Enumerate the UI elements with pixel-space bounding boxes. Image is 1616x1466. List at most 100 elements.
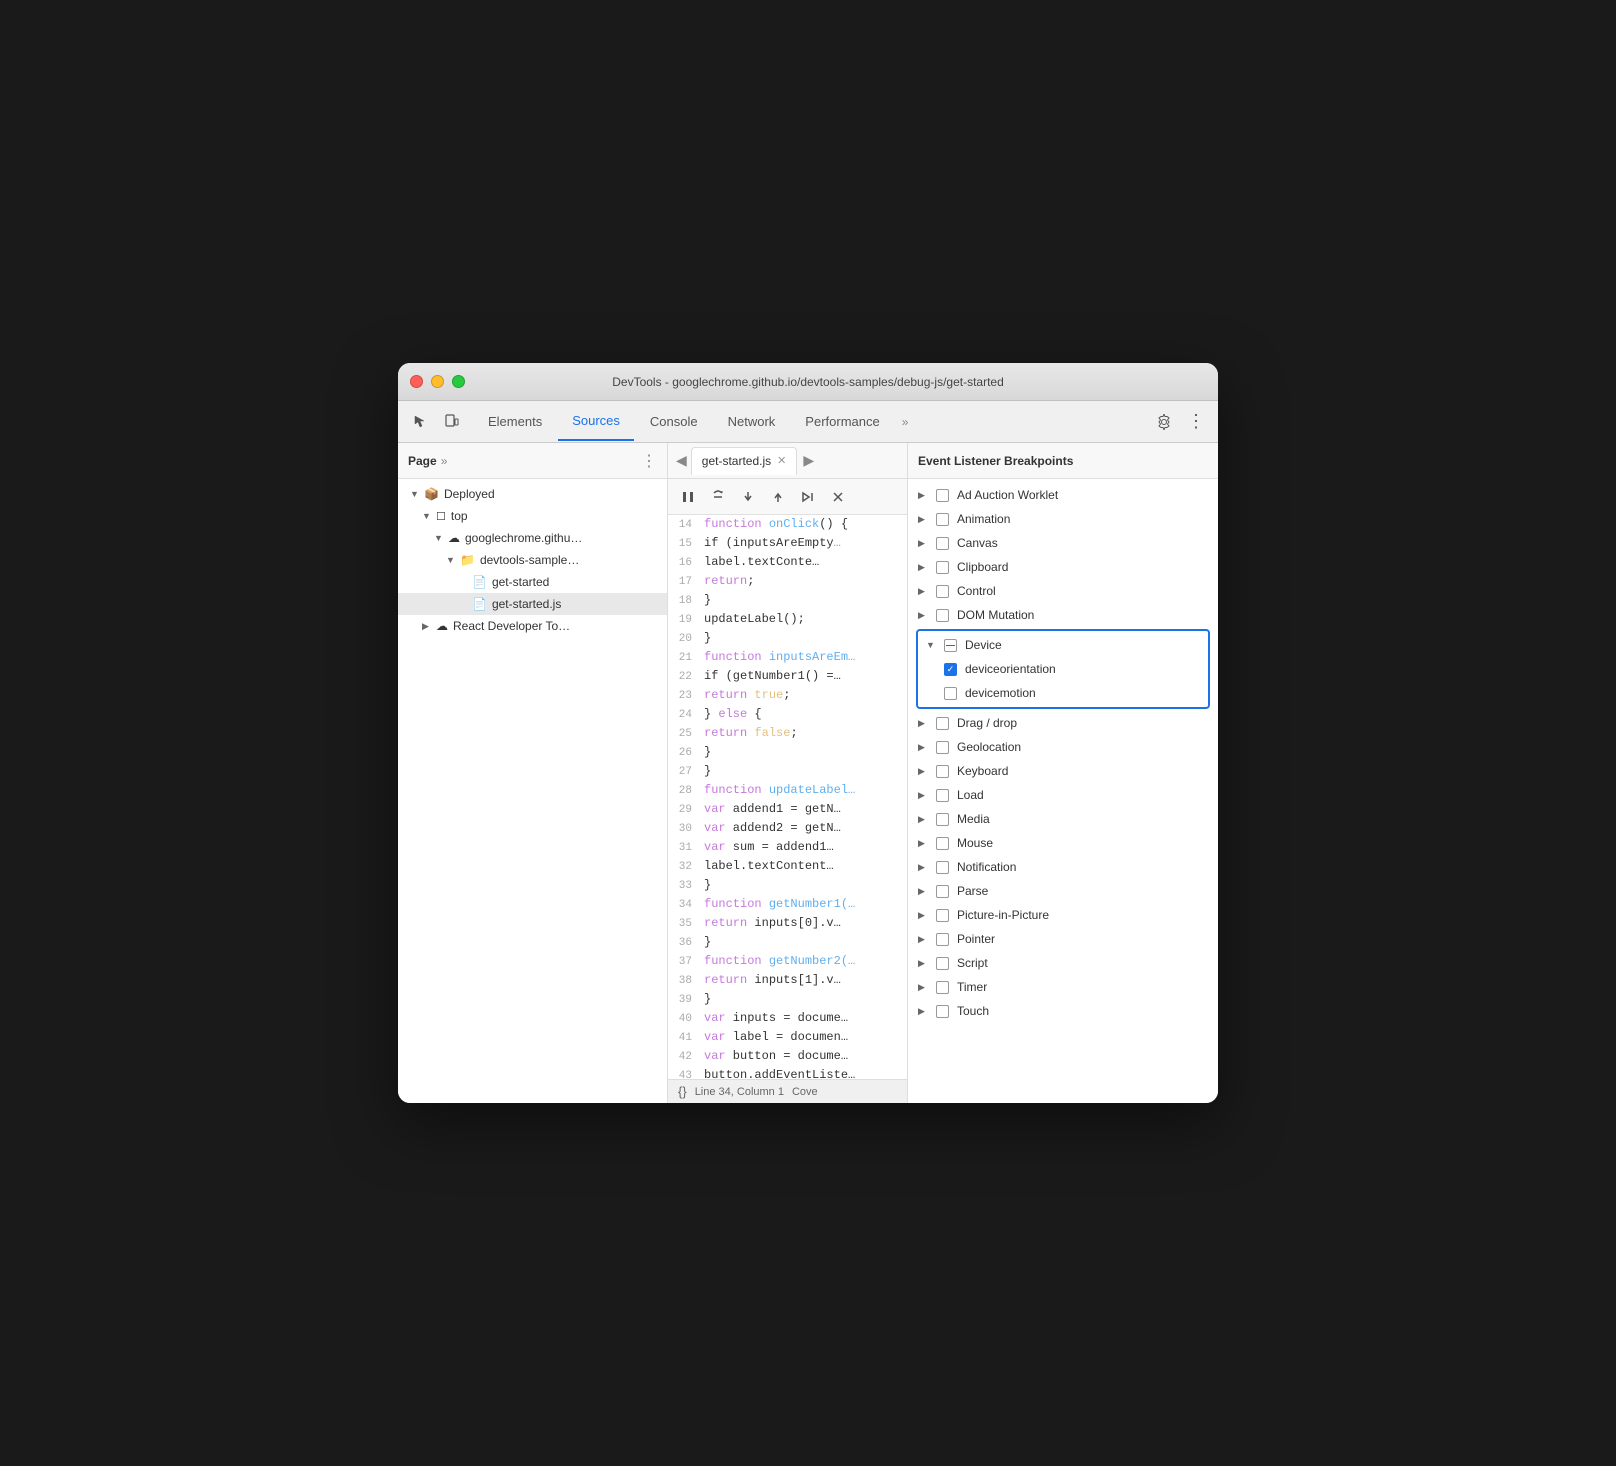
bp-item-mouse[interactable]: ▶Mouse (908, 831, 1218, 855)
panel-menu-icon[interactable]: ⋮ (641, 451, 657, 471)
right-panel-header: Event Listener Breakpoints (908, 443, 1218, 479)
tree-item-get-started-js[interactable]: 📄 get-started.js (398, 593, 667, 615)
line-content: var inputs = docume… (700, 1009, 848, 1028)
tab-network[interactable]: Network (714, 403, 790, 441)
bp-item-device[interactable]: ▼Device (918, 633, 1208, 657)
bp-item-pointer[interactable]: ▶Pointer (908, 927, 1218, 951)
bp-item-canvas[interactable]: ▶Canvas (908, 531, 1218, 555)
step-button[interactable] (796, 485, 820, 509)
bp-checkbox-load[interactable] (936, 789, 949, 802)
line-number: 29 (668, 800, 700, 819)
bp-checkbox-deviceorientation[interactable] (944, 663, 957, 676)
editor-close-btn[interactable]: ✕ (777, 454, 786, 467)
more-tabs-button[interactable]: » (896, 411, 915, 433)
bp-checkbox-parse[interactable] (936, 885, 949, 898)
code-editor[interactable]: 14function onClick() {15 if (inputsAreEm… (668, 515, 907, 1079)
close-button[interactable] (410, 375, 423, 388)
tab-console[interactable]: Console (636, 403, 712, 441)
tree-item-get-started[interactable]: 📄 get-started (398, 571, 667, 593)
code-line: 24 } else { (668, 705, 907, 724)
bp-checkbox-script[interactable] (936, 957, 949, 970)
devtools-window: DevTools - googlechrome.github.io/devtoo… (398, 363, 1218, 1103)
format-icon[interactable]: {} (678, 1084, 687, 1099)
bp-checkbox-clipboard[interactable] (936, 561, 949, 574)
tab-performance[interactable]: Performance (791, 403, 893, 441)
tree-item-react[interactable]: ▶ ☁ React Developer To… (398, 615, 667, 637)
bp-item-script[interactable]: ▶Script (908, 951, 1218, 975)
tree-item-devtools-samples[interactable]: ▼ 📁 devtools-sample… (398, 549, 667, 571)
bp-label-picture-in-picture: Picture-in-Picture (957, 908, 1049, 922)
bp-arrow-notification: ▶ (918, 862, 930, 873)
tab-sources[interactable]: Sources (558, 403, 634, 441)
bp-item-ad-auction-worklet[interactable]: ▶Ad Auction Worklet (908, 483, 1218, 507)
left-panel: Page » ⋮ ▼ 📦 Deployed ▼ ☐ top (398, 443, 668, 1103)
line-number: 40 (668, 1009, 700, 1028)
window-title: DevTools - googlechrome.github.io/devtoo… (612, 375, 1004, 389)
line-content: } (700, 762, 711, 781)
bp-item-devicemotion[interactable]: devicemotion (918, 681, 1208, 705)
bp-checkbox-notification[interactable] (936, 861, 949, 874)
bp-checkbox-dom-mutation[interactable] (936, 609, 949, 622)
tab-elements[interactable]: Elements (474, 403, 556, 441)
bp-checkbox-keyboard[interactable] (936, 765, 949, 778)
inspect-icon[interactable] (406, 408, 434, 436)
line-number: 20 (668, 629, 700, 648)
bp-checkbox-media[interactable] (936, 813, 949, 826)
pause-button[interactable] (676, 485, 700, 509)
bp-checkbox-ad-auction-worklet[interactable] (936, 489, 949, 502)
tree-arrow-deployed: ▼ (410, 489, 420, 499)
bp-checkbox-canvas[interactable] (936, 537, 949, 550)
tree-item-googlechrome[interactable]: ▼ ☁ googlechrome.githu… (398, 527, 667, 549)
device-icon[interactable] (438, 408, 466, 436)
bp-item-drag-drop[interactable]: ▶Drag / drop (908, 711, 1218, 735)
deactivate-button[interactable] (826, 485, 850, 509)
bp-checkbox-pointer[interactable] (936, 933, 949, 946)
maximize-button[interactable] (452, 375, 465, 388)
more-options-icon[interactable]: ⋮ (1182, 408, 1210, 436)
tree-item-deployed[interactable]: ▼ 📦 Deployed (398, 483, 667, 505)
step-into-button[interactable] (736, 485, 760, 509)
bp-item-notification[interactable]: ▶ Notification (908, 855, 1218, 879)
bp-item-timer[interactable]: ▶Timer (908, 975, 1218, 999)
bp-item-animation[interactable]: ▶Animation (908, 507, 1218, 531)
step-over-button[interactable] (706, 485, 730, 509)
bp-label-notification: Notification (957, 860, 1016, 874)
bp-item-load[interactable]: ▶Load (908, 783, 1218, 807)
bp-item-dom-mutation[interactable]: ▶DOM Mutation (908, 603, 1218, 627)
code-line: 38 return inputs[1].v… (668, 971, 907, 990)
bp-checkbox-geolocation[interactable] (936, 741, 949, 754)
editor-tab-file[interactable]: get-started.js ✕ (691, 447, 798, 475)
devtools-right-icons: ⋮ (1150, 408, 1210, 436)
bp-checkbox-touch[interactable] (936, 1005, 949, 1018)
bp-item-clipboard[interactable]: ▶Clipboard (908, 555, 1218, 579)
bp-item-parse[interactable]: ▶Parse (908, 879, 1218, 903)
bp-checkbox-animation[interactable] (936, 513, 949, 526)
bp-checkbox-timer[interactable] (936, 981, 949, 994)
bp-item-picture-in-picture[interactable]: ▶ Picture-in-Picture (908, 903, 1218, 927)
bp-item-deviceorientation[interactable]: deviceorientation (918, 657, 1208, 681)
bp-checkbox-drag-drop[interactable] (936, 717, 949, 730)
bp-label-control: Control (957, 584, 996, 598)
minimize-button[interactable] (431, 375, 444, 388)
line-content: return true; (700, 686, 790, 705)
bp-item-control[interactable]: ▶Control (908, 579, 1218, 603)
bp-item-geolocation[interactable]: ▶Geolocation (908, 735, 1218, 759)
line-content: var label = documen… (700, 1028, 848, 1047)
bp-arrow-picture-in-picture: ▶ (918, 910, 930, 921)
line-number: 22 (668, 667, 700, 686)
tree-item-top[interactable]: ▼ ☐ top (398, 505, 667, 527)
panel-more[interactable]: » (441, 454, 448, 468)
settings-icon[interactable] (1150, 408, 1178, 436)
editor-next-btn[interactable]: ▶ (803, 452, 814, 469)
editor-prev-btn[interactable]: ◀ (676, 452, 687, 469)
bp-item-media[interactable]: ▶Media (908, 807, 1218, 831)
bp-checkbox-mouse[interactable] (936, 837, 949, 850)
bp-checkbox-picture-in-picture[interactable] (936, 909, 949, 922)
code-line: 30 var addend2 = getN… (668, 819, 907, 838)
bp-checkbox-device[interactable] (944, 639, 957, 652)
bp-item-touch[interactable]: ▶Touch (908, 999, 1218, 1023)
bp-item-keyboard[interactable]: ▶Keyboard (908, 759, 1218, 783)
step-out-button[interactable] (766, 485, 790, 509)
bp-checkbox-devicemotion[interactable] (944, 687, 957, 700)
bp-checkbox-control[interactable] (936, 585, 949, 598)
